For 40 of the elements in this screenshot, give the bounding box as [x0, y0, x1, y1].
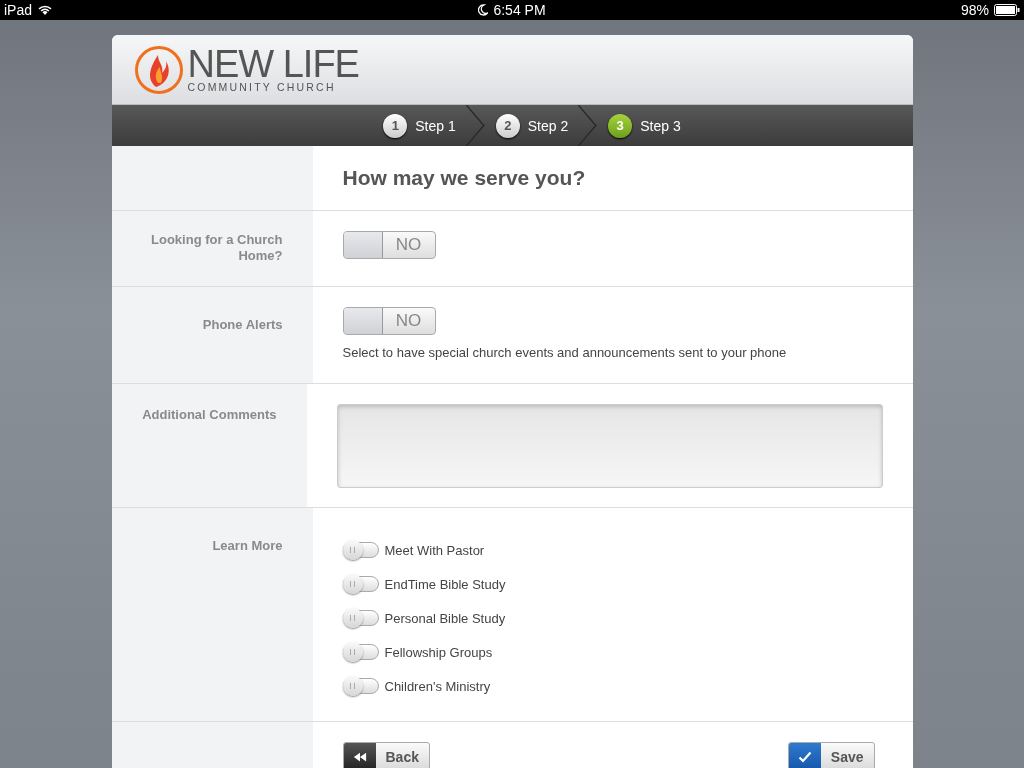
option-label: Meet With Pastor	[384, 542, 485, 558]
checkmark-icon	[797, 751, 812, 763]
toggle-switch[interactable]: NO	[342, 307, 436, 335]
chevron-separator-icon	[578, 105, 599, 146]
save-button[interactable]: Save	[787, 742, 875, 768]
mini-switch[interactable]	[342, 576, 379, 592]
flame-logo-icon	[133, 44, 184, 95]
step-number: 3	[608, 113, 633, 138]
mini-switch[interactable]	[342, 542, 379, 558]
option-label: Children's Ministry	[384, 678, 491, 694]
field-label: Looking for a Church Home?	[150, 232, 283, 264]
battery-percent: 98%	[960, 2, 989, 18]
mini-switch[interactable]	[342, 678, 379, 694]
moon-icon	[478, 4, 489, 16]
clock: 6:54 PM	[493, 2, 546, 18]
comments-field[interactable]	[336, 404, 883, 488]
logo-tagline: COMMUNITY CHURCH	[187, 82, 337, 93]
logo-name: NEW LIFE	[187, 46, 359, 82]
step-number: 2	[495, 113, 520, 138]
mini-switch[interactable]	[342, 610, 379, 626]
rewind-icon	[352, 751, 367, 763]
back-button[interactable]: Back	[342, 742, 430, 768]
step-tab[interactable]: 3 Step 3	[608, 113, 681, 138]
battery-icon	[994, 4, 1020, 16]
option-label: EndTime Bible Study	[384, 576, 506, 592]
mini-switch[interactable]	[342, 644, 379, 660]
field-label: Phone Alerts	[202, 317, 283, 333]
wifi-icon	[37, 4, 54, 16]
chevron-separator-icon	[465, 105, 486, 146]
device-name: iPad	[4, 2, 33, 18]
hint-text: Select to have special church events and announcements sent to your phone	[342, 345, 788, 360]
step-number: 1	[383, 113, 408, 138]
step-tab[interactable]: 2 Step 2	[495, 113, 569, 138]
option-label: Personal Bible Study	[384, 610, 506, 626]
toggle-switch[interactable]: NO	[342, 231, 436, 259]
form-title: How may we serve you?	[342, 166, 587, 190]
field-label: Learn More	[212, 538, 283, 554]
step-tab[interactable]: 1 Step 1	[383, 113, 456, 138]
field-label: Additional Comments	[142, 407, 277, 423]
option-label: Fellowship Groups	[384, 644, 493, 660]
